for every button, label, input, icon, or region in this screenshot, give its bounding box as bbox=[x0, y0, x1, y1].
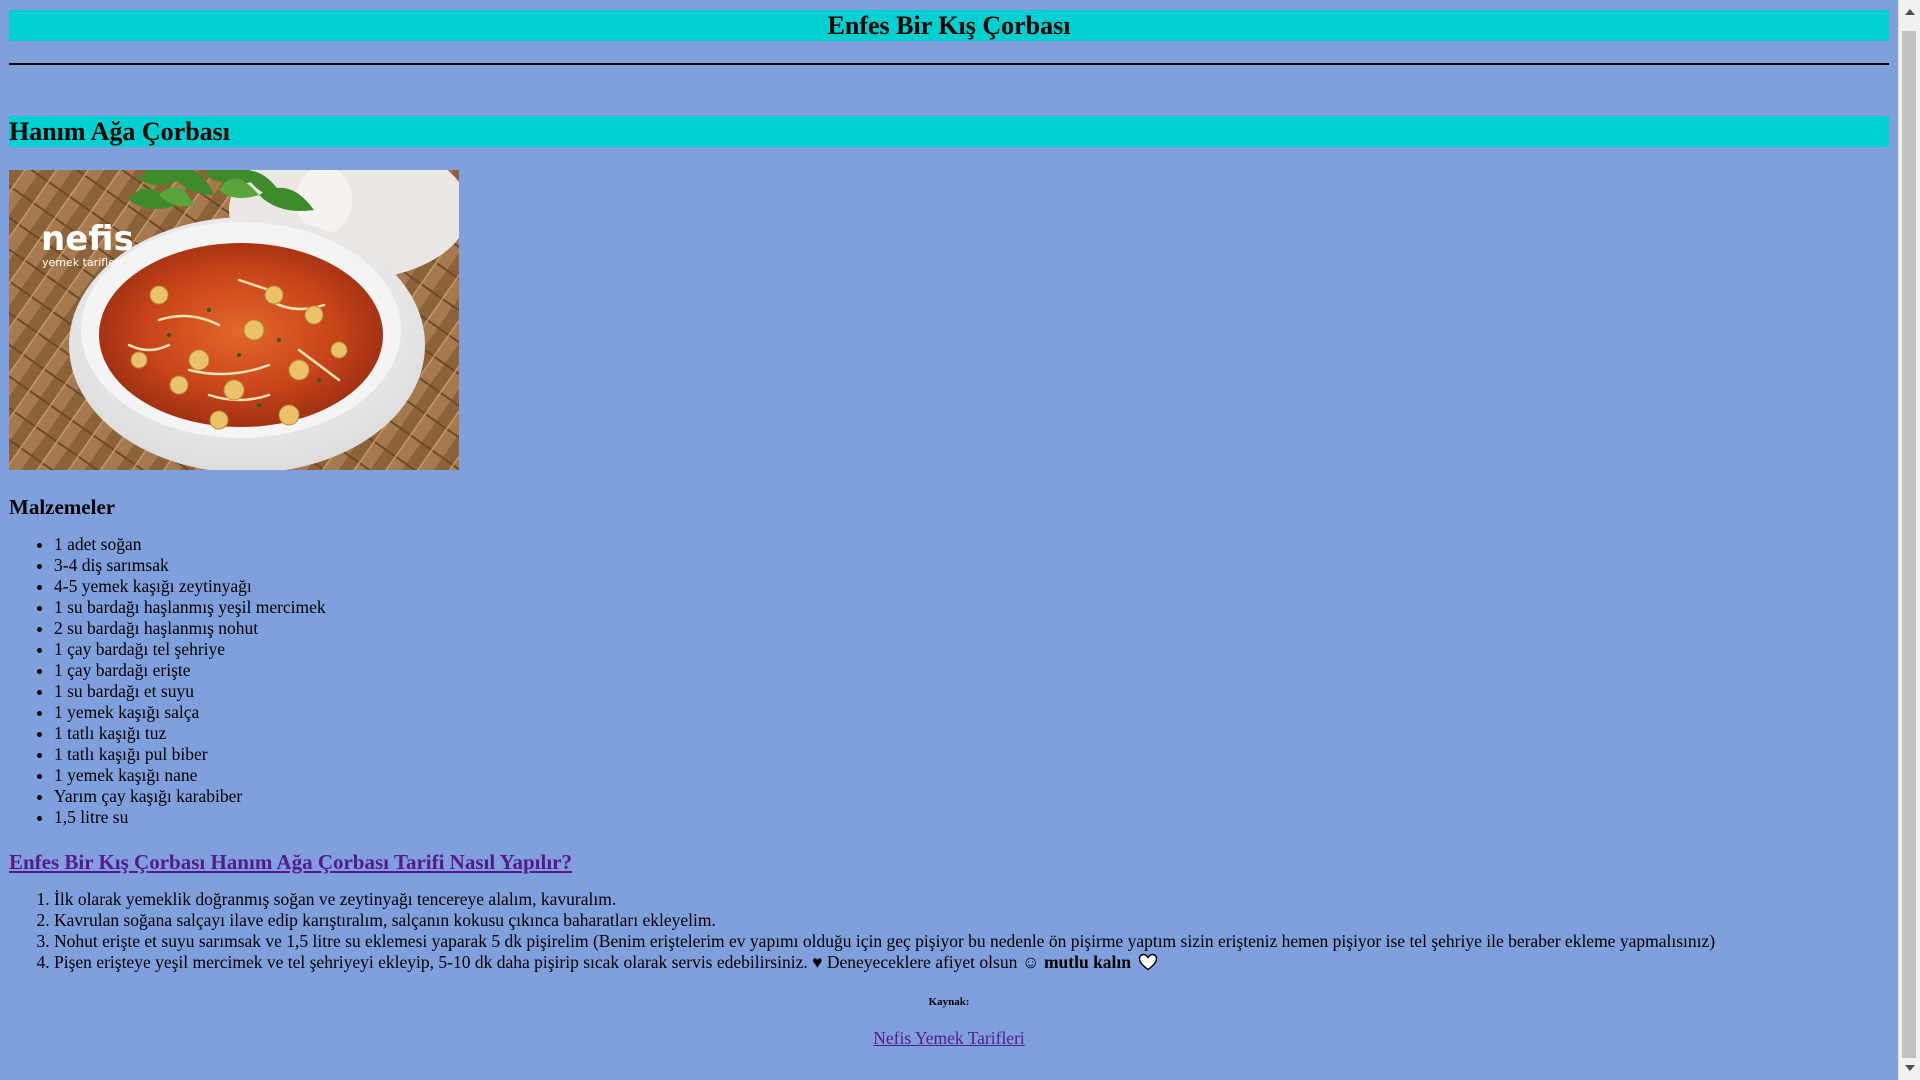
list-item: Pişen erişteye yeşil mercimek ve tel şeh… bbox=[54, 952, 1889, 976]
soup-photo: nefis yemek tarifleri bbox=[9, 170, 459, 470]
list-item: 1 tatlı kaşığı pul biber bbox=[54, 744, 1889, 765]
list-item: Nohut erişte et suyu sarımsak ve 1,5 lit… bbox=[54, 931, 1889, 952]
list-item: 1 çay bardağı tel şehriye bbox=[54, 639, 1889, 660]
ingredients-heading: Malzemeler bbox=[9, 495, 116, 519]
list-item: 1 çay bardağı erişte bbox=[54, 660, 1889, 681]
horizontal-rule bbox=[9, 63, 1889, 65]
list-item: Yarım çay kaşığı karabiber bbox=[54, 786, 1889, 807]
list-item: 1 yemek kaşığı salça bbox=[54, 702, 1889, 723]
heart-outline-icon bbox=[1138, 953, 1158, 976]
list-item: 1 adet soğan bbox=[54, 534, 1889, 555]
page-title: Enfes Bir Kış Çorbası bbox=[9, 10, 1889, 41]
step-4-text: Pişen erişteye yeşil mercimek ve tel şeh… bbox=[54, 952, 1040, 972]
source-link[interactable]: Nefis Yemek Tarifleri bbox=[9, 1028, 1889, 1049]
recipe-link[interactable]: Enfes Bir Kış Çorbası Hanım Ağa Çorbası … bbox=[9, 850, 1889, 875]
svg-text:nefis: nefis bbox=[41, 219, 134, 259]
list-item: 3-4 diş sarımsak bbox=[54, 555, 1889, 576]
ingredients-list: 1 adet soğan 3-4 diş sarımsak 4-5 yemek … bbox=[9, 534, 1889, 828]
list-item: 2 su bardağı haşlanmış nohut bbox=[54, 618, 1889, 639]
scroll-up-arrow-icon[interactable] bbox=[1899, 3, 1920, 21]
list-item: 1 su bardağı haşlanmış yeşil mercimek bbox=[54, 597, 1889, 618]
scroll-down-arrow-icon[interactable] bbox=[1899, 1059, 1920, 1077]
section-title: Hanım Ağa Çorbası bbox=[9, 116, 1889, 147]
list-item: 4-5 yemek kaşığı zeytinyağı bbox=[54, 576, 1889, 597]
list-item: İlk olarak yemeklik doğranmış soğan ve z… bbox=[54, 889, 1889, 910]
page-content: Enfes Bir Kış Çorbası Hanım Ağa Çorbası bbox=[0, 0, 1898, 1049]
step-4-bold-text: mutlu kalın bbox=[1043, 952, 1132, 972]
scrollbar-thumb[interactable] bbox=[1902, 31, 1916, 1058]
steps-list: İlk olarak yemeklik doğranmış soğan ve z… bbox=[9, 889, 1889, 976]
vertical-scrollbar[interactable] bbox=[1898, 0, 1920, 1080]
browser-viewport: Enfes Bir Kış Çorbası Hanım Ağa Çorbası bbox=[0, 0, 1898, 1080]
svg-text:yemek tarifleri: yemek tarifleri bbox=[42, 256, 123, 269]
list-item: Kavrulan soğana salçayı ilave edip karış… bbox=[54, 910, 1889, 931]
source-label: Kaynak: bbox=[928, 996, 970, 1008]
list-item: 1 yemek kaşığı nane bbox=[54, 765, 1889, 786]
list-item: 1 tatlı kaşığı tuz bbox=[54, 723, 1889, 744]
list-item: 1 su bardağı et suyu bbox=[54, 681, 1889, 702]
list-item: 1,5 litre su bbox=[54, 807, 1889, 828]
